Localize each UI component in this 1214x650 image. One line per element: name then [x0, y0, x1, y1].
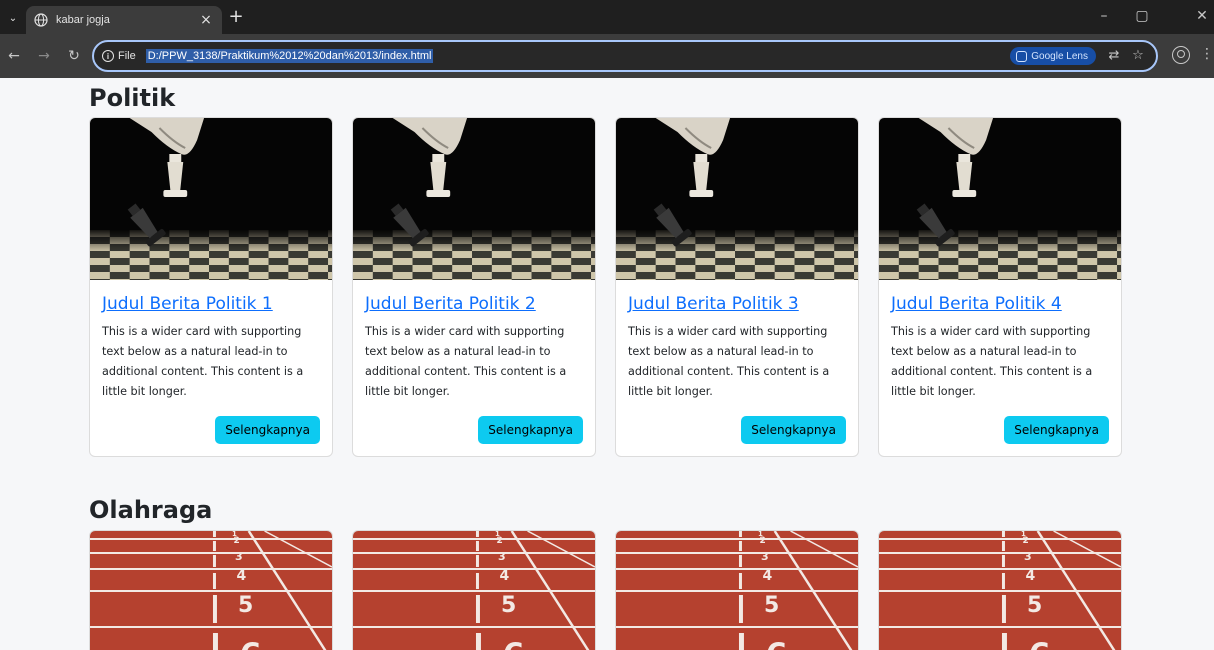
info-icon: i: [102, 50, 114, 62]
section-title-politik: Politik: [89, 84, 176, 112]
tab-strip: ⌄ kabar jogja × + – ▢ ✕: [0, 0, 1214, 34]
card-text: This is a wider card with supporting tex…: [365, 325, 567, 398]
lane-number: 4: [236, 568, 247, 584]
lane-number: 4: [762, 568, 773, 584]
forward-button[interactable]: →: [34, 46, 54, 66]
section-title-olahraga: Olahraga: [89, 496, 213, 524]
chess-image: [879, 118, 1121, 280]
chess-image: [90, 118, 332, 280]
sport-card: 123456: [89, 530, 333, 650]
translate-icon[interactable]: ⇄: [1106, 48, 1122, 63]
close-window-button[interactable]: ✕: [1192, 8, 1212, 24]
read-more-button[interactable]: Selengkapnya: [478, 416, 583, 444]
chess-image: [616, 118, 858, 280]
globe-icon: [34, 13, 48, 27]
lane-number: 5: [501, 593, 517, 618]
sport-card: 123456: [615, 530, 859, 650]
sport-card: 123456: [878, 530, 1122, 650]
news-card: Judul Berita Politik 1 This is a wider c…: [89, 117, 333, 457]
news-card: Judul Berita Politik 3 This is a wider c…: [615, 117, 859, 457]
card-title-link[interactable]: Judul Berita Politik 2: [365, 294, 583, 314]
running-track-image: [90, 531, 332, 650]
card-title-link[interactable]: Judul Berita Politik 3: [628, 294, 846, 314]
reload-button[interactable]: ↻: [64, 46, 84, 66]
lane-number: 3: [761, 550, 769, 563]
lane-number: 5: [238, 593, 254, 618]
lane-number: 2: [1022, 536, 1029, 546]
profile-icon[interactable]: [1172, 46, 1190, 64]
lane-number: 4: [1025, 568, 1036, 584]
read-more-button[interactable]: Selengkapnya: [741, 416, 846, 444]
card-title-link[interactable]: Judul Berita Politik 1: [102, 294, 320, 314]
card-text: This is a wider card with supporting tex…: [628, 325, 830, 398]
sport-card: 123456: [352, 530, 596, 650]
read-more-button[interactable]: Selengkapnya: [1004, 416, 1109, 444]
lane-number: 4: [499, 568, 510, 584]
running-track-image: [616, 531, 858, 650]
lens-icon: [1016, 50, 1028, 62]
news-card: Judul Berita Politik 4 This is a wider c…: [878, 117, 1122, 457]
card-text: This is a wider card with supporting tex…: [891, 325, 1093, 398]
tab-close-icon[interactable]: ×: [198, 12, 214, 28]
page-content: Politik Judul Berita Politik 1 This is a…: [0, 78, 1214, 650]
running-track-image: [353, 531, 595, 650]
menu-icon[interactable]: ⋮: [1200, 44, 1214, 64]
site-info-chip[interactable]: i File: [102, 50, 136, 62]
new-tab-button[interactable]: +: [226, 8, 246, 26]
lane-number: 6: [503, 639, 525, 650]
restore-button[interactable]: ▢: [1132, 8, 1152, 24]
lane-number: 5: [1027, 593, 1043, 618]
lane-number: 6: [766, 639, 788, 650]
lane-number: 3: [1024, 550, 1032, 563]
address-bar[interactable]: i File D:/PPW_3138/Praktikum%2012%20dan%…: [92, 40, 1158, 72]
minimize-button[interactable]: –: [1094, 8, 1114, 24]
lane-number: 3: [235, 550, 243, 563]
read-more-button[interactable]: Selengkapnya: [215, 416, 320, 444]
active-tab[interactable]: kabar jogja ×: [26, 6, 222, 34]
google-lens-button[interactable]: Google Lens: [1010, 47, 1096, 65]
google-lens-label: Google Lens: [1031, 50, 1088, 62]
lane-number: 6: [240, 639, 262, 650]
news-card: Judul Berita Politik 2 This is a wider c…: [352, 117, 596, 457]
card-title-link[interactable]: Judul Berita Politik 4: [891, 294, 1109, 314]
tab-title: kabar jogja: [56, 14, 110, 26]
lane-number: 5: [764, 593, 780, 618]
chess-image: [353, 118, 595, 280]
card-text: This is a wider card with supporting tex…: [102, 325, 304, 398]
lane-number: 2: [496, 536, 503, 546]
lane-number: 2: [233, 536, 240, 546]
url-text[interactable]: D:/PPW_3138/Praktikum%2012%20dan%2013/in…: [145, 49, 434, 63]
lane-number: 2: [759, 536, 766, 546]
bookmark-star-icon[interactable]: ☆: [1130, 48, 1146, 63]
running-track-image: [879, 531, 1121, 650]
browser-toolbar: ← → ↻ i File D:/PPW_3138/Praktikum%2012%…: [0, 34, 1214, 78]
lane-number: 6: [1029, 639, 1051, 650]
site-info-label: File: [118, 50, 136, 62]
lane-number: 3: [498, 550, 506, 563]
back-button[interactable]: ←: [4, 46, 24, 66]
tab-search-chevron-icon[interactable]: ⌄: [4, 9, 22, 27]
